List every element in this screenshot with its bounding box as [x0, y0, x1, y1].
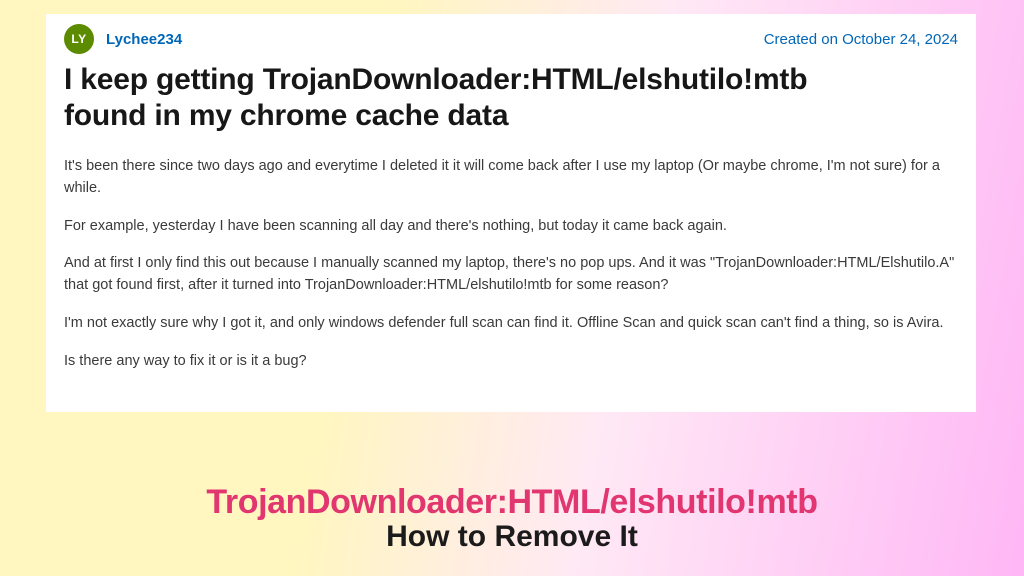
post-paragraph: For example, yesterday I have been scann…	[64, 216, 958, 238]
threat-name: TrojanDownloader:HTML/elshutilo!mtb	[0, 483, 1024, 522]
post-paragraph: And at first I only find this out becaus…	[64, 253, 958, 297]
page-canvas: LY Lychee234 Created on October 24, 2024…	[0, 0, 1024, 576]
overlay-title-block: TrojanDownloader:HTML/elshutilo!mtb How …	[0, 483, 1024, 554]
post-body: It's been there since two days ago and e…	[64, 156, 958, 372]
post-paragraph: It's been there since two days ago and e…	[64, 156, 958, 200]
overlay-subtitle: How to Remove It	[0, 520, 1024, 554]
created-date: Created on October 24, 2024	[764, 31, 958, 48]
post-header: LY Lychee234 Created on October 24, 2024	[64, 24, 958, 54]
author-name-link[interactable]: Lychee234	[106, 31, 182, 48]
post-title: I keep getting TrojanDownloader:HTML/els…	[64, 62, 844, 134]
author-block: LY Lychee234	[64, 24, 182, 54]
post-paragraph: I'm not exactly sure why I got it, and o…	[64, 313, 958, 335]
post-paragraph: Is there any way to fix it or is it a bu…	[64, 351, 958, 373]
forum-post-card: LY Lychee234 Created on October 24, 2024…	[46, 14, 976, 412]
avatar[interactable]: LY	[64, 24, 94, 54]
